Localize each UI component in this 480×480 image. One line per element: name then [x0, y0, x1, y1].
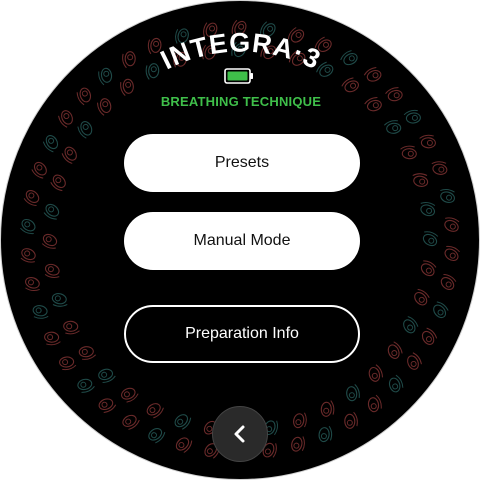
ring-swirl	[407, 352, 422, 370]
ring-swirl	[42, 135, 59, 153]
ring-swirl	[318, 425, 333, 443]
preparation-info-button[interactable]: Preparation Info	[124, 305, 360, 363]
presets-button[interactable]: Presets	[124, 134, 360, 192]
ring-swirl	[44, 331, 61, 346]
ring-swirl	[23, 189, 40, 206]
ring-swirl	[431, 161, 448, 175]
ring-swirl	[387, 341, 403, 359]
battery-level-fill	[227, 71, 248, 81]
ring-swirl	[31, 161, 47, 179]
ring-swirl	[146, 403, 164, 419]
ring-swirl	[121, 387, 139, 403]
ring-swirl	[61, 146, 77, 164]
ring-swirl	[32, 305, 49, 319]
chevron-left-icon	[234, 425, 245, 443]
back-button[interactable]	[212, 406, 268, 462]
ring-swirl	[20, 248, 36, 263]
screen-subtitle: BREATHING TECHNIQUE	[160, 94, 322, 109]
ring-swirl	[433, 301, 449, 319]
ring-swirl	[41, 233, 58, 249]
ring-swirl	[403, 316, 419, 334]
ring-swirl	[51, 293, 68, 307]
ring-swirl	[77, 378, 95, 393]
ring-swirl	[344, 411, 358, 429]
ring-swirl	[320, 400, 335, 417]
ring-swirl	[175, 437, 193, 453]
battery-icon	[224, 68, 253, 84]
ring-swirl	[383, 120, 402, 134]
ring-swirl	[43, 203, 60, 220]
ring-swirl	[440, 274, 457, 291]
ring-swirl	[420, 201, 436, 217]
ring-swirl	[148, 427, 166, 444]
ring-swirl	[293, 412, 307, 429]
manual-mode-button[interactable]: Manual Mode	[124, 212, 360, 270]
ring-swirl	[63, 320, 80, 335]
ring-swirl	[422, 231, 439, 247]
ring-swirl	[367, 394, 382, 413]
watch-face: INTEGRA·3 BREATHING TECHNIQUE Presets Ma…	[0, 0, 480, 480]
ring-swirl	[78, 346, 97, 360]
ring-swirl	[44, 263, 60, 279]
ring-swirl	[346, 383, 360, 402]
ring-swirl	[419, 134, 436, 149]
ring-swirl	[400, 145, 417, 160]
ring-swirl	[388, 374, 404, 393]
ring-swirl	[77, 121, 93, 139]
ring-swirl	[444, 217, 460, 232]
ring-swirl	[412, 173, 429, 187]
ring-swirl	[50, 174, 66, 192]
ring-swirl	[25, 277, 40, 292]
ring-swirl	[59, 356, 77, 371]
ring-swirl	[20, 218, 36, 235]
ring-swirl	[421, 327, 438, 345]
ring-swirl	[414, 288, 430, 306]
ring-swirl	[420, 260, 437, 277]
ring-swirl	[122, 414, 140, 430]
ring-swirl	[98, 398, 117, 414]
ring-swirl	[98, 368, 116, 383]
ring-swirl	[174, 414, 192, 430]
ring-swirl	[291, 436, 305, 452]
ring-swirl	[444, 245, 460, 262]
ring-swirl	[440, 188, 455, 203]
ring-swirl	[368, 364, 383, 382]
